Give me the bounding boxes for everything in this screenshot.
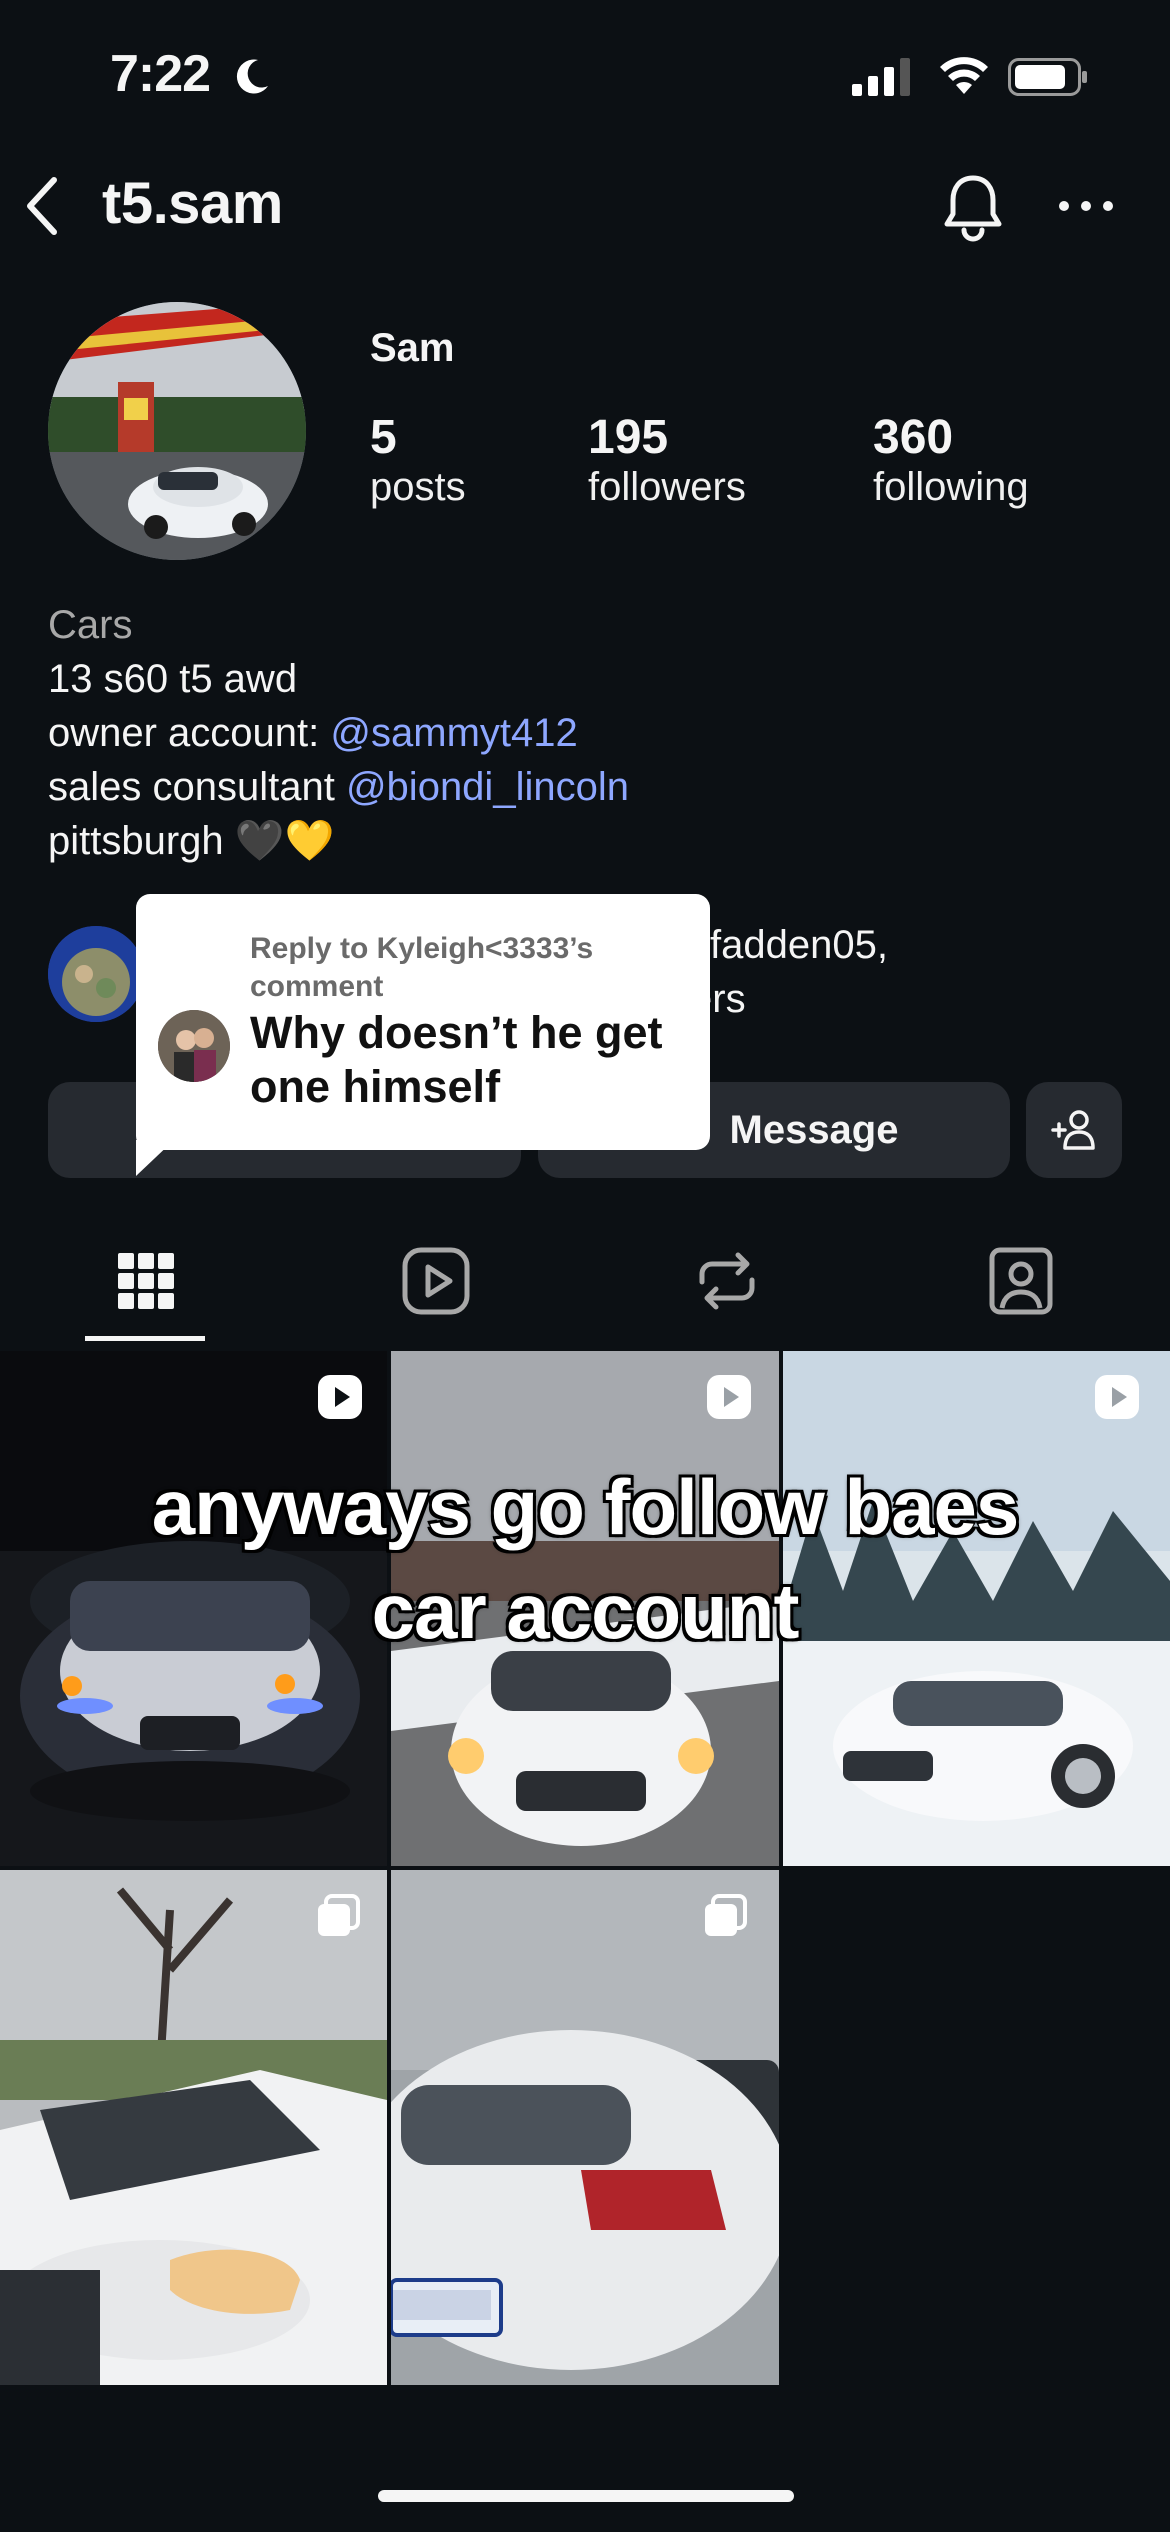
caption-line: anyways go follow baes	[151, 1463, 1020, 1551]
home-indicator[interactable]	[378, 2490, 794, 2502]
carousel-badge-icon	[705, 1894, 747, 1936]
reel-badge-icon	[318, 1375, 362, 1419]
stat-posts[interactable]: 5 posts	[370, 410, 466, 510]
bio-line: pittsburgh 🖤💛	[48, 819, 335, 863]
bio-line: sales consultant @biondi_lincoln	[48, 760, 629, 814]
reply-to-label: Reply to Kyleigh<3333’s comment	[250, 932, 594, 1003]
notification-bell-icon[interactable]	[942, 172, 1004, 242]
stat-following[interactable]: 360 following	[873, 410, 1029, 510]
post-thumbnail[interactable]	[0, 1870, 387, 2385]
reposts-icon[interactable]	[688, 1242, 766, 1320]
reels-icon[interactable]	[397, 1242, 475, 1320]
status-time: 7:22	[110, 45, 211, 103]
mention-link[interactable]: @sammyt412	[330, 711, 577, 755]
stat-followers-label: followers	[588, 465, 746, 509]
more-options-icon[interactable]	[1058, 196, 1114, 216]
stat-posts-value: 5	[370, 411, 397, 464]
wifi-icon	[940, 57, 988, 94]
comment-text: Why doesn’t he get one himself	[250, 1007, 663, 1112]
stat-following-label: following	[873, 465, 1029, 509]
cellular-signal-icon	[852, 58, 910, 96]
carousel-badge-icon	[318, 1894, 360, 1936]
mutual-followers-text[interactable]: cfadden05, ers	[690, 918, 888, 1026]
moon-icon	[236, 59, 268, 94]
stat-followers-value: 195	[588, 411, 669, 464]
tagged-icon[interactable]	[982, 1242, 1060, 1320]
grid-icon[interactable]	[107, 1242, 185, 1320]
stat-followers[interactable]: 195 followers	[588, 410, 746, 510]
video-caption-overlay: anyways go follow baes car account	[0, 1455, 1170, 1663]
post-thumbnail[interactable]	[391, 1870, 779, 2385]
reply-comment-sticker: Reply to Kyleigh<3333’s comment Why does…	[136, 894, 710, 1150]
active-tab-indicator	[85, 1336, 205, 1341]
back-icon[interactable]	[22, 176, 62, 236]
caption-line: car account	[371, 1567, 800, 1655]
bio-text: sales consultant	[48, 765, 346, 809]
commenter-avatar	[158, 1010, 230, 1082]
reel-badge-icon	[1095, 1375, 1139, 1419]
suggested-users-button[interactable]	[1026, 1082, 1122, 1178]
mutual-line: ers	[690, 977, 746, 1021]
bio-text: owner account:	[48, 711, 331, 755]
profile-username: t5.sam	[102, 171, 283, 236]
mutual-line: cfadden05,	[690, 923, 888, 967]
reel-badge-icon	[707, 1375, 751, 1419]
profile-avatar[interactable]	[48, 302, 306, 560]
stat-posts-label: posts	[370, 465, 466, 509]
stat-following-value: 360	[873, 411, 954, 464]
bio-line: 13 s60 t5 awd	[48, 657, 298, 701]
mention-link[interactable]: @biondi_lincoln	[346, 765, 629, 809]
add-person-icon	[1051, 1110, 1095, 1150]
profile-bio: Cars 13 s60 t5 awd owner account: @sammy…	[48, 598, 629, 868]
profile-display-name: Sam	[370, 326, 455, 370]
mutual-follower-avatar[interactable]	[48, 926, 144, 1022]
bio-category: Cars	[48, 603, 133, 647]
battery-icon	[1008, 58, 1087, 96]
bio-line: owner account: @sammyt412	[48, 706, 629, 760]
sticker-tail	[136, 1140, 174, 1176]
